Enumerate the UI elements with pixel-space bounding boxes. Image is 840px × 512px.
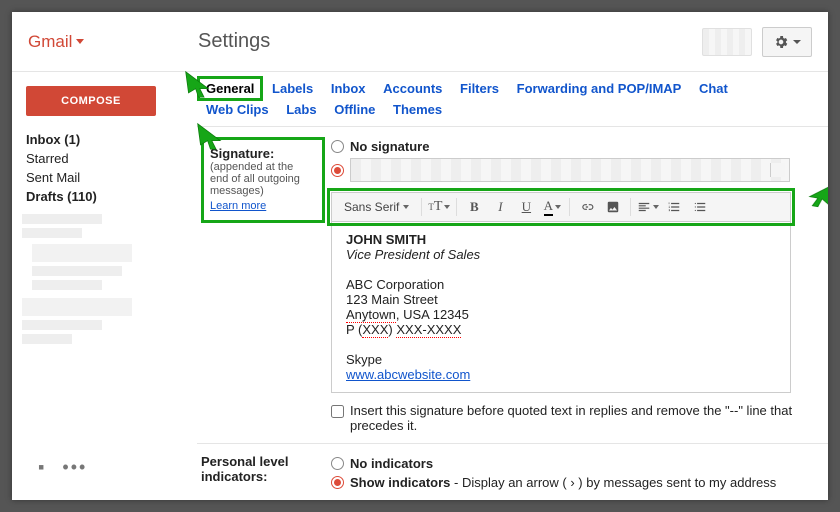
insert-before-label: Insert this signature before quoted text… [350, 403, 822, 433]
no-indicators-label: No indicators [350, 456, 433, 471]
sig-url[interactable]: www.abcwebsite.com [346, 367, 470, 382]
radio-no-indicators[interactable]: No indicators [331, 454, 822, 473]
link-button[interactable] [576, 196, 598, 218]
radio-show-indicators[interactable]: Show indicators - Display an arrow ( › )… [331, 473, 822, 492]
tab-forwarding[interactable]: Forwarding and POP/IMAP [510, 78, 689, 99]
bold-button[interactable]: B [463, 196, 485, 218]
settings-gear-button[interactable] [762, 27, 812, 57]
annotation-arrow-1 [180, 66, 214, 108]
signature-editor[interactable]: JOHN SMITH Vice President of Sales ABC C… [331, 222, 791, 393]
ordered-list-icon [667, 200, 681, 214]
sig-name: JOHN SMITH [346, 232, 426, 247]
radio-no-signature[interactable]: No signature [331, 137, 822, 156]
radio-show-indicators-input[interactable] [331, 476, 344, 489]
gear-icon [773, 34, 789, 50]
tab-accounts[interactable]: Accounts [376, 78, 449, 99]
italic-button[interactable]: I [489, 196, 511, 218]
no-signature-label: No signature [350, 139, 429, 154]
page-title: Settings [198, 30, 702, 53]
radio-use-signature-input[interactable] [331, 164, 344, 177]
annotation-arrow-2 [192, 118, 226, 160]
image-icon [606, 200, 620, 214]
sig-skype: Skype [346, 352, 382, 367]
numbered-list-button[interactable] [663, 196, 685, 218]
signature-toolbar: Sans Serif TT B I U A [331, 192, 791, 222]
tab-offline[interactable]: Offline [327, 99, 382, 120]
dropdown-icon [76, 39, 84, 44]
text-color-button[interactable]: A [541, 196, 563, 218]
row-indicators: Personal level indicators: No indicators… [197, 443, 828, 500]
settings-tabs: General Labels Inbox Accounts Filters Fo… [197, 72, 828, 126]
font-size-button[interactable]: TT [428, 196, 450, 218]
link-icon [580, 200, 594, 214]
sig-title: Vice President of Sales [346, 247, 480, 262]
compose-button[interactable]: COMPOSE [26, 86, 156, 116]
tab-chat[interactable]: Chat [692, 78, 735, 99]
sidebar-item-sent[interactable]: Sent Mail [22, 168, 187, 187]
insert-before-checkbox[interactable] [331, 405, 344, 418]
indicators-label: Personal level indicators: [201, 454, 288, 484]
sig-company: ABC Corporation [346, 277, 444, 292]
hangouts-icon[interactable]: ▪ [38, 457, 44, 478]
align-icon [637, 200, 651, 214]
sidebar-item-starred[interactable]: Starred [22, 149, 187, 168]
align-button[interactable] [637, 196, 659, 218]
sidebar-item-drafts[interactable]: Drafts (110) [22, 187, 187, 206]
underline-button[interactable]: U [515, 196, 537, 218]
gmail-logo[interactable]: Gmail [28, 32, 198, 52]
bullet-list-icon [693, 200, 707, 214]
font-family-select[interactable]: Sans Serif [338, 197, 415, 217]
signature-sublabel: (appended at the end of all outgoing mes… [210, 161, 314, 197]
tab-labs[interactable]: Labs [279, 99, 323, 120]
signature-email-select[interactable]: ▴▾ [350, 158, 790, 182]
sidebar-more-blurred [22, 214, 152, 354]
radio-use-signature[interactable]: ▴▾ [331, 156, 822, 184]
signature-learn-more[interactable]: Learn more [210, 200, 266, 212]
tab-themes[interactable]: Themes [386, 99, 449, 120]
account-switcher[interactable] [702, 28, 752, 56]
gmail-text: Gmail [28, 32, 72, 52]
chevron-down-icon [793, 40, 801, 44]
radio-no-signature-input[interactable] [331, 140, 344, 153]
row-signature: Signature: (appended at the end of all o… [197, 126, 828, 443]
tab-inbox[interactable]: Inbox [324, 78, 373, 99]
sidebar-item-inbox[interactable]: Inbox (1) [22, 130, 187, 149]
radio-no-indicators-input[interactable] [331, 457, 344, 470]
bullet-list-button[interactable] [689, 196, 711, 218]
chevron-down-icon [403, 205, 409, 209]
tab-filters[interactable]: Filters [453, 78, 506, 99]
image-button[interactable] [602, 196, 624, 218]
more-icon[interactable]: ••• [62, 457, 87, 478]
insert-before-quoted[interactable]: Insert this signature before quoted text… [331, 393, 822, 433]
sig-street: 123 Main Street [346, 292, 438, 307]
tab-labels[interactable]: Labels [265, 78, 320, 99]
